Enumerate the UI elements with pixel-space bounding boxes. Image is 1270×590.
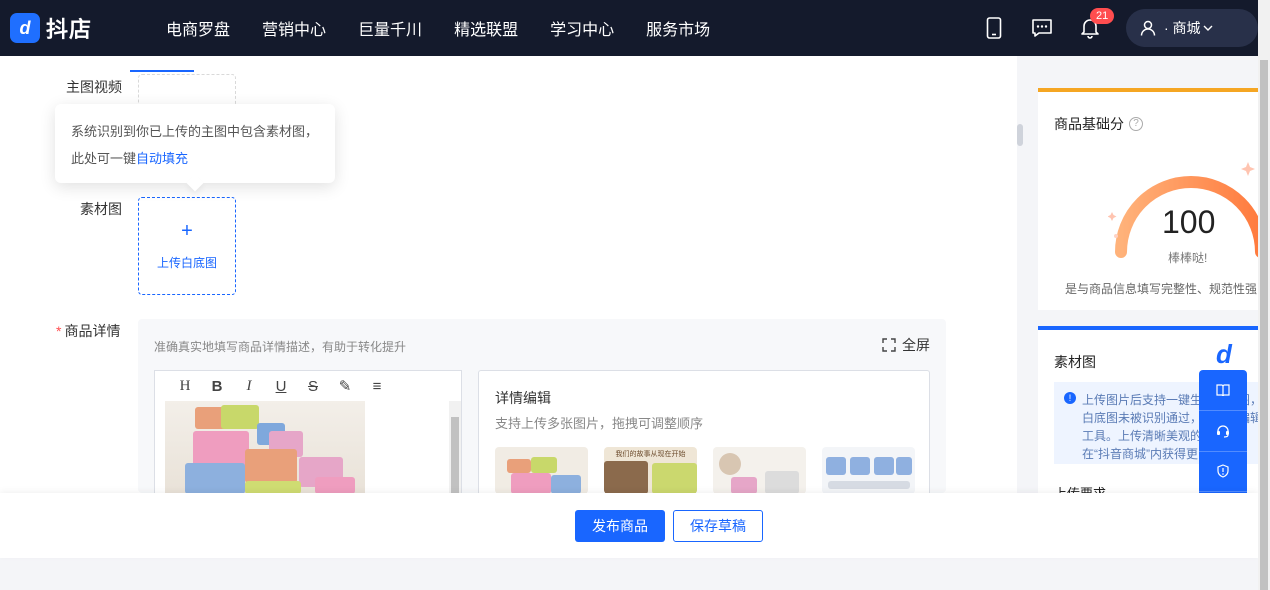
strikethrough-icon[interactable]: S <box>297 378 329 395</box>
headset-icon[interactable] <box>1199 411 1247 452</box>
score-panel-title-text: 商品基础分 <box>1054 116 1124 132</box>
material-panel-title: 素材图 <box>1054 354 1096 370</box>
nav-item-service-market[interactable]: 服务市场 <box>646 16 710 40</box>
underline-icon[interactable]: U <box>265 378 297 395</box>
message-icon[interactable] <box>1030 16 1054 40</box>
logo-mark-icon: d <box>10 13 40 43</box>
helper-logo-icon[interactable]: d <box>1206 339 1242 371</box>
upload-white-bg-button[interactable]: + 上传白底图 <box>138 197 236 295</box>
detail-thumbnail[interactable] <box>822 447 915 494</box>
nav-item-compass[interactable]: 电商罗盘 <box>166 16 230 40</box>
page-scrollbar[interactable] <box>1258 0 1270 590</box>
align-icon[interactable]: ≡ <box>361 378 393 395</box>
top-navigation-bar: d 抖店 电商罗盘 营销中心 巨量千川 精选联盟 学习中心 服务市场 21 · … <box>0 0 1258 56</box>
product-detail-label: * 商品详情 <box>56 321 120 341</box>
product-image <box>165 401 365 494</box>
bottom-action-bar: 发布商品 保存草稿 <box>0 493 1258 558</box>
detail-hint: 准确真实地填写商品详情描述，有助于转化提升 <box>154 340 407 354</box>
detail-thumbnail[interactable] <box>713 447 806 494</box>
bell-icon[interactable]: 21 <box>1078 8 1115 40</box>
help-icon[interactable]: ? <box>1129 117 1143 131</box>
nav-item-qianchuan[interactable]: 巨量千川 <box>358 16 422 40</box>
upload-white-bg-label: 上传白底图 <box>156 256 217 270</box>
auto-fill-tooltip: 系统识别到你已上传的主图中包含素材图，此处可一键自动填充 <box>55 104 335 192</box>
thumbnail-caption: 我们的故事从现在开始 <box>615 451 686 458</box>
detail-edit-title: 详情编辑 <box>495 390 551 406</box>
nav-item-alliance[interactable]: 精选联盟 <box>454 16 518 40</box>
detail-thumbnail[interactable]: 我们的故事从现在开始 <box>604 447 697 494</box>
plus-icon: + <box>181 220 193 242</box>
score-panel-title: 商品基础分? <box>1054 114 1143 134</box>
info-icon: ! <box>1064 392 1076 404</box>
product-detail-label-text: 商品详情 <box>64 323 121 339</box>
auto-fill-link[interactable]: 自动填充 <box>136 151 188 166</box>
shield-icon[interactable] <box>1199 452 1247 493</box>
user-icon <box>1140 20 1156 36</box>
score-subtitle: 棒棒哒! <box>1168 251 1208 265</box>
user-menu[interactable]: · 商城 <box>1126 9 1258 47</box>
save-draft-button[interactable]: 保存草稿 <box>673 510 763 542</box>
nav-item-learning[interactable]: 学习中心 <box>550 16 614 40</box>
user-name: · 商城 <box>1164 20 1201 36</box>
detail-thumbnail[interactable] <box>495 447 588 494</box>
brush-icon[interactable]: ✎ <box>329 377 361 395</box>
main-video-label: 主图视频 <box>66 79 122 95</box>
expand-icon <box>882 338 896 352</box>
fullscreen-label: 全屏 <box>902 337 930 353</box>
italic-icon[interactable]: I <box>233 378 265 395</box>
top-icons: 21 · 商城 <box>982 0 1258 56</box>
main-nav: 电商罗盘 营销中心 巨量千川 精选联盟 学习中心 服务市场 <box>166 16 742 40</box>
detail-edit-subtitle: 支持上传多张图片，拖拽可调整顺序 <box>495 416 704 431</box>
notification-badge: 21 <box>1090 8 1115 24</box>
rich-text-editor[interactable]: H B I U S ✎ ≡ <box>154 370 462 494</box>
material-image-label: 素材图 <box>80 201 122 217</box>
score-value: 100 <box>1162 204 1216 240</box>
nav-item-marketing[interactable]: 营销中心 <box>262 16 326 40</box>
mobile-icon[interactable] <box>982 16 1006 40</box>
logo[interactable]: d 抖店 <box>10 12 92 44</box>
book-icon[interactable] <box>1199 370 1247 411</box>
detail-image-editor: 详情编辑 支持上传多张图片，拖拽可调整顺序 我们的故事从现在开始 <box>478 370 931 494</box>
chevron-down-icon <box>1203 25 1213 31</box>
tooltip-text: 系统识别到你已上传的主图中包含素材图，此处可一键 <box>71 124 319 166</box>
bold-icon[interactable]: B <box>201 378 233 395</box>
form-scrollbar[interactable] <box>1017 124 1023 146</box>
publish-button[interactable]: 发布商品 <box>575 510 665 542</box>
heading-icon[interactable]: H <box>169 378 201 395</box>
score-panel: 商品基础分? 100 棒棒哒! 是与商品信息填写完整性、规范性强 <box>1038 88 1258 310</box>
editor-toolbar: H B I U S ✎ ≡ <box>155 371 461 401</box>
editor-scrollbar[interactable] <box>449 401 461 494</box>
logo-text: 抖店 <box>46 17 93 42</box>
detail-panel: 准确真实地填写商品详情描述，有助于转化提升 全屏 H B I U S ✎ ≡ 详… <box>138 319 946 494</box>
detail-thumbnails: 我们的故事从现在开始 <box>495 447 931 494</box>
score-description: 是与商品信息填写完整性、规范性强 <box>1065 282 1258 296</box>
active-tab-indicator <box>130 70 194 72</box>
fullscreen-button[interactable]: 全屏 <box>882 335 930 355</box>
required-mark: * <box>56 323 62 339</box>
